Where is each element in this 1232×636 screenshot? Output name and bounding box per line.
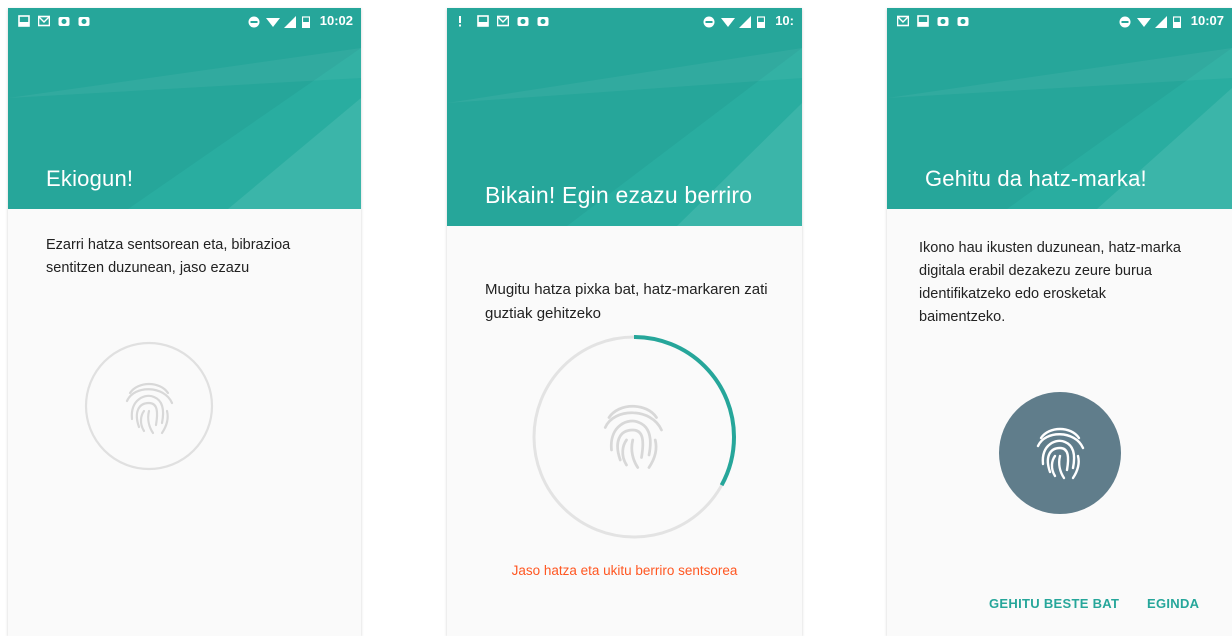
mail-icon — [37, 14, 51, 27]
enroll-progress-ring — [532, 335, 736, 539]
mail-icon — [896, 14, 910, 27]
status-time: 10: — [775, 13, 794, 28]
do-not-disturb-icon — [248, 15, 260, 27]
instruction-text: Ikono hau ikusten duzunean, hatz-marka d… — [919, 240, 1181, 325]
battery-icon — [757, 15, 769, 29]
header: 10: Bikain! Egin ezazu berriro — [447, 8, 802, 226]
status-bar: 10:07 — [887, 8, 1232, 34]
header: 10:07 Gehitu da hatz-marka! — [887, 8, 1232, 209]
done-button[interactable]: EGINDA — [1147, 596, 1199, 611]
photo-icon — [517, 14, 529, 26]
photo-icon — [58, 14, 70, 26]
camera-icon — [78, 14, 90, 26]
fingerprint-sensor-ring — [84, 341, 214, 471]
add-another-button[interactable]: GEHITU BESTE BAT — [989, 596, 1119, 611]
notification-icon — [477, 14, 489, 27]
camera-icon — [957, 14, 969, 26]
header: 10:02 Ekiogun! — [8, 8, 361, 209]
notification-icon — [917, 14, 929, 27]
do-not-disturb-icon — [1119, 15, 1131, 27]
status-bar: 10: — [447, 8, 802, 34]
do-not-disturb-icon — [703, 15, 715, 27]
screen-enroll-progress: 10: Bikain! Egin ezazu berriro Mugitu ha… — [447, 8, 802, 636]
status-time: 10:07 — [1190, 13, 1224, 28]
status-time: 10:02 — [319, 13, 353, 28]
screen-enroll-start: 10:02 Ekiogun! Ezarri hatza sentsorean e… — [8, 8, 361, 636]
fingerprint-icon — [603, 404, 663, 469]
battery-icon — [301, 15, 314, 29]
signal-icon — [1154, 15, 1167, 28]
fingerprint-badge — [999, 392, 1121, 514]
instruction-text: Ezarri hatza sentsorean eta, bibrazioa s… — [46, 237, 291, 276]
wifi-icon — [721, 15, 736, 27]
page-title: Bikain! Egin ezazu berriro — [485, 182, 753, 208]
alert-icon — [457, 14, 469, 27]
page-title: Gehitu da hatz-marka! — [925, 166, 1147, 191]
error-message: Jaso hatza eta ukitu berriro sentsorea — [511, 563, 738, 578]
status-bar: 10:02 — [8, 8, 361, 34]
instruction-text: Mugitu hatza pixka bat, hatz-markaren za… — [485, 281, 768, 322]
wifi-icon — [1136, 15, 1151, 27]
signal-icon — [739, 15, 752, 28]
page-title: Ekiogun! — [46, 166, 134, 191]
fingerprint-icon — [125, 382, 174, 435]
wifi-icon — [265, 15, 280, 27]
notification-icon — [18, 14, 30, 27]
camera-icon — [537, 14, 549, 26]
battery-icon — [1172, 15, 1185, 29]
mail-icon — [496, 14, 510, 27]
photo-icon — [937, 14, 949, 26]
screen-enroll-done: 10:07 Gehitu da hatz-marka! Ikono hau ik… — [887, 8, 1232, 636]
signal-icon — [283, 15, 296, 28]
